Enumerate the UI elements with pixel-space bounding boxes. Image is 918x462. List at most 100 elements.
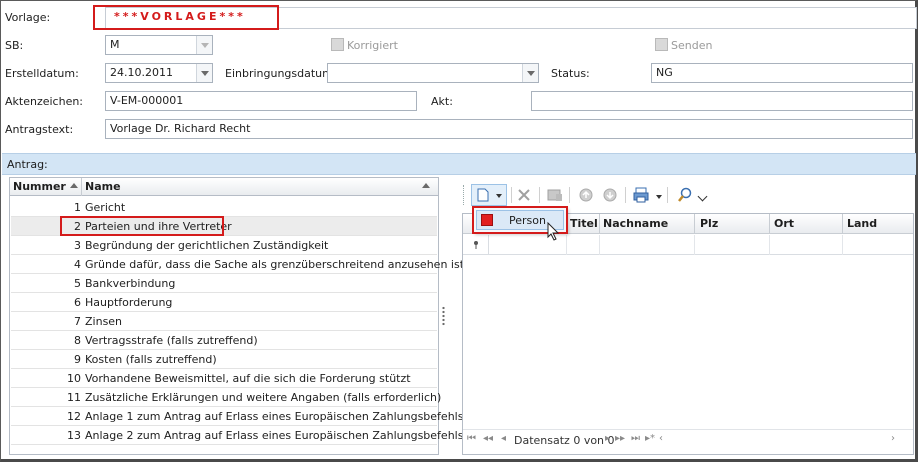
- toolbar-separator: [511, 187, 512, 203]
- column-header-land[interactable]: Land: [847, 217, 877, 230]
- antragstext-field[interactable]: Vorlage Dr. Richard Recht: [105, 119, 913, 139]
- row-number: 13: [67, 429, 81, 442]
- column-divider: [769, 214, 770, 234]
- status-field[interactable]: NG: [651, 63, 913, 83]
- korrigiert-checkbox[interactable]: [331, 38, 344, 51]
- antrag-section-bar: Antrag:: [2, 153, 916, 175]
- column-header-ort[interactable]: Ort: [774, 217, 794, 230]
- new-dropdown-button[interactable]: [471, 184, 507, 206]
- row-name: Gründe dafür, dass die Sache als grenzüb…: [85, 258, 465, 271]
- column-divider: [599, 214, 600, 234]
- erstelldatum-value: 24.10.2011: [110, 66, 173, 79]
- table-row[interactable]: 7 Zinsen: [11, 312, 437, 331]
- toolbar-separator: [667, 187, 668, 203]
- akt-label: Akt:: [431, 95, 453, 108]
- row-number: 11: [67, 391, 81, 404]
- scroll-right-icon[interactable]: ›: [891, 433, 895, 444]
- aktenzeichen-label: Aktenzeichen:: [5, 95, 84, 108]
- senden-checkbox[interactable]: [655, 38, 668, 51]
- erstelldatum-dropdown-button[interactable]: [196, 64, 212, 82]
- erstelldatum-field[interactable]: 24.10.2011: [105, 63, 213, 83]
- column-divider: [81, 178, 82, 196]
- chevron-down-icon: [526, 70, 535, 76]
- einbringungsdatum-dropdown-button[interactable]: [522, 64, 538, 82]
- akt-field[interactable]: [531, 91, 913, 111]
- row-number: 12: [67, 410, 81, 423]
- sort-indicator-icon: [422, 183, 430, 188]
- add-record-icon[interactable]: ▸*: [645, 433, 655, 444]
- status-label: Status:: [551, 67, 590, 80]
- row-name: Vorhandene Beweismittel, auf die sich di…: [85, 372, 411, 385]
- antrag-section-label: Antrag:: [7, 158, 48, 171]
- sb-value: M: [110, 38, 120, 51]
- column-divider: [842, 214, 843, 234]
- table-row[interactable]: 12 Anlage 1 zum Antrag auf Erlass eines E…: [11, 407, 463, 426]
- row-number: 1: [74, 201, 81, 214]
- row-number: 8: [74, 334, 81, 347]
- print-icon[interactable]: [633, 187, 649, 203]
- antragstext-label: Antragstext:: [5, 123, 74, 136]
- row-number: 6: [74, 296, 81, 309]
- next-record-icon[interactable]: ▸: [605, 433, 610, 444]
- column-header-nummer[interactable]: Nummer: [13, 180, 66, 193]
- table-row[interactable]: 10 Vorhandene Beweismittel, auf die sich …: [11, 369, 437, 388]
- last-record-icon[interactable]: ⏭: [631, 433, 640, 444]
- status-value: NG: [656, 66, 673, 79]
- table-row[interactable]: 11 Zusätzliche Erklärungen und weitere An…: [11, 388, 441, 407]
- sb-dropdown-button[interactable]: [196, 36, 212, 54]
- chevron-down-icon[interactable]: [656, 195, 662, 199]
- grid-edit-icon[interactable]: [547, 188, 563, 202]
- antragstext-value: Vorlage Dr. Richard Recht: [110, 122, 251, 135]
- prev-page-icon[interactable]: ◂◂: [483, 433, 493, 444]
- scroll-left-icon[interactable]: ‹: [659, 433, 663, 444]
- korrigiert-label: Korrigiert: [347, 39, 398, 52]
- column-header-titel[interactable]: Titel: [570, 217, 598, 230]
- filter-row[interactable]: [463, 235, 913, 255]
- row-name: Zusätzliche Erklärungen und weitere Anga…: [85, 391, 442, 404]
- column-divider: [842, 235, 843, 255]
- sb-label: SB:: [5, 39, 24, 52]
- move-up-icon[interactable]: [579, 188, 593, 202]
- einbringungsdatum-field[interactable]: [327, 63, 539, 83]
- aktenzeichen-field[interactable]: V-EM-000001: [105, 91, 417, 111]
- record-counter: Datensatz 0 von 0: [514, 434, 615, 447]
- next-page-icon[interactable]: ▸▸: [615, 433, 625, 444]
- row-name: Hauptforderung: [85, 296, 173, 309]
- chevron-down-icon: [200, 42, 209, 48]
- prev-record-icon[interactable]: ◂: [501, 433, 506, 444]
- move-down-icon[interactable]: [603, 188, 617, 202]
- table-row[interactable]: 5 Bankverbindung: [11, 274, 437, 293]
- column-header-plz[interactable]: Plz: [700, 217, 718, 230]
- table-row[interactable]: 6 Hauptforderung: [11, 293, 437, 312]
- toolbar-separator: [539, 187, 540, 203]
- table-row[interactable]: 1 Gericht: [11, 198, 437, 217]
- row-number: 7: [74, 315, 81, 328]
- row-name: Anlage 1 zum Antrag auf Erlass eines Eur…: [85, 410, 464, 423]
- antrag-grid-header: Nummer Name: [10, 178, 438, 196]
- table-row[interactable]: 8 Vertragsstrafe (falls zutreffend): [11, 331, 437, 350]
- chevron-down-icon: [496, 194, 502, 198]
- table-row[interactable]: 9 Kosten (falls zutreffend): [11, 350, 437, 369]
- table-row[interactable]: 3 Begründung der gerichtlichen Zuständigk…: [11, 236, 437, 255]
- mouse-cursor-icon: [547, 222, 560, 241]
- chevron-down-icon[interactable]: [697, 191, 708, 202]
- sb-select[interactable]: M: [105, 35, 213, 55]
- search-icon[interactable]: [677, 187, 693, 203]
- splitter-handle[interactable]: [442, 306, 445, 326]
- sort-ascending-icon: [70, 183, 78, 188]
- column-header-nachname[interactable]: Nachname: [603, 217, 668, 230]
- column-divider: [769, 235, 770, 255]
- column-header-name[interactable]: Name: [85, 180, 121, 193]
- toolbar-grip: [463, 185, 464, 205]
- table-row[interactable]: 13 Anlage 2 zum Antrag auf Erlass eines E…: [11, 426, 463, 445]
- toolbar-separator: [569, 187, 570, 203]
- delete-icon[interactable]: [517, 188, 531, 202]
- toolbar-separator: [625, 187, 626, 203]
- column-divider: [694, 214, 695, 234]
- chevron-down-icon: [200, 70, 209, 76]
- table-row[interactable]: 4 Gründe dafür, dass die Sache als grenzü…: [11, 255, 464, 274]
- first-record-icon[interactable]: ⏮: [467, 433, 476, 444]
- aktenzeichen-value: V-EM-000001: [110, 94, 184, 107]
- erstelldatum-label: Erstelldatum:: [5, 67, 79, 80]
- row-name: Begründung der gerichtlichen Zuständigke…: [85, 239, 329, 252]
